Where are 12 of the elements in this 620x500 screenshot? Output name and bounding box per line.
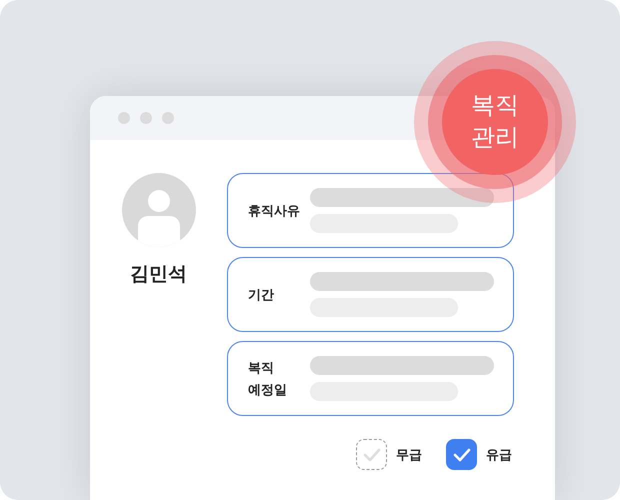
- check-icon: [362, 448, 380, 462]
- checkbox[interactable]: [446, 439, 477, 470]
- badge-text: 복직 관리: [470, 91, 520, 153]
- field-label: 휴직사유: [248, 202, 301, 220]
- employee-name: 김민석: [130, 263, 187, 287]
- checkbox[interactable]: [356, 439, 387, 470]
- check-icon: [452, 448, 470, 462]
- field-label: 기간: [248, 286, 275, 304]
- avatar-icon: [122, 173, 196, 247]
- option-label: 유급: [486, 446, 512, 464]
- field-label: 복직 예정일: [248, 358, 288, 398]
- option-label: 무급: [396, 446, 422, 464]
